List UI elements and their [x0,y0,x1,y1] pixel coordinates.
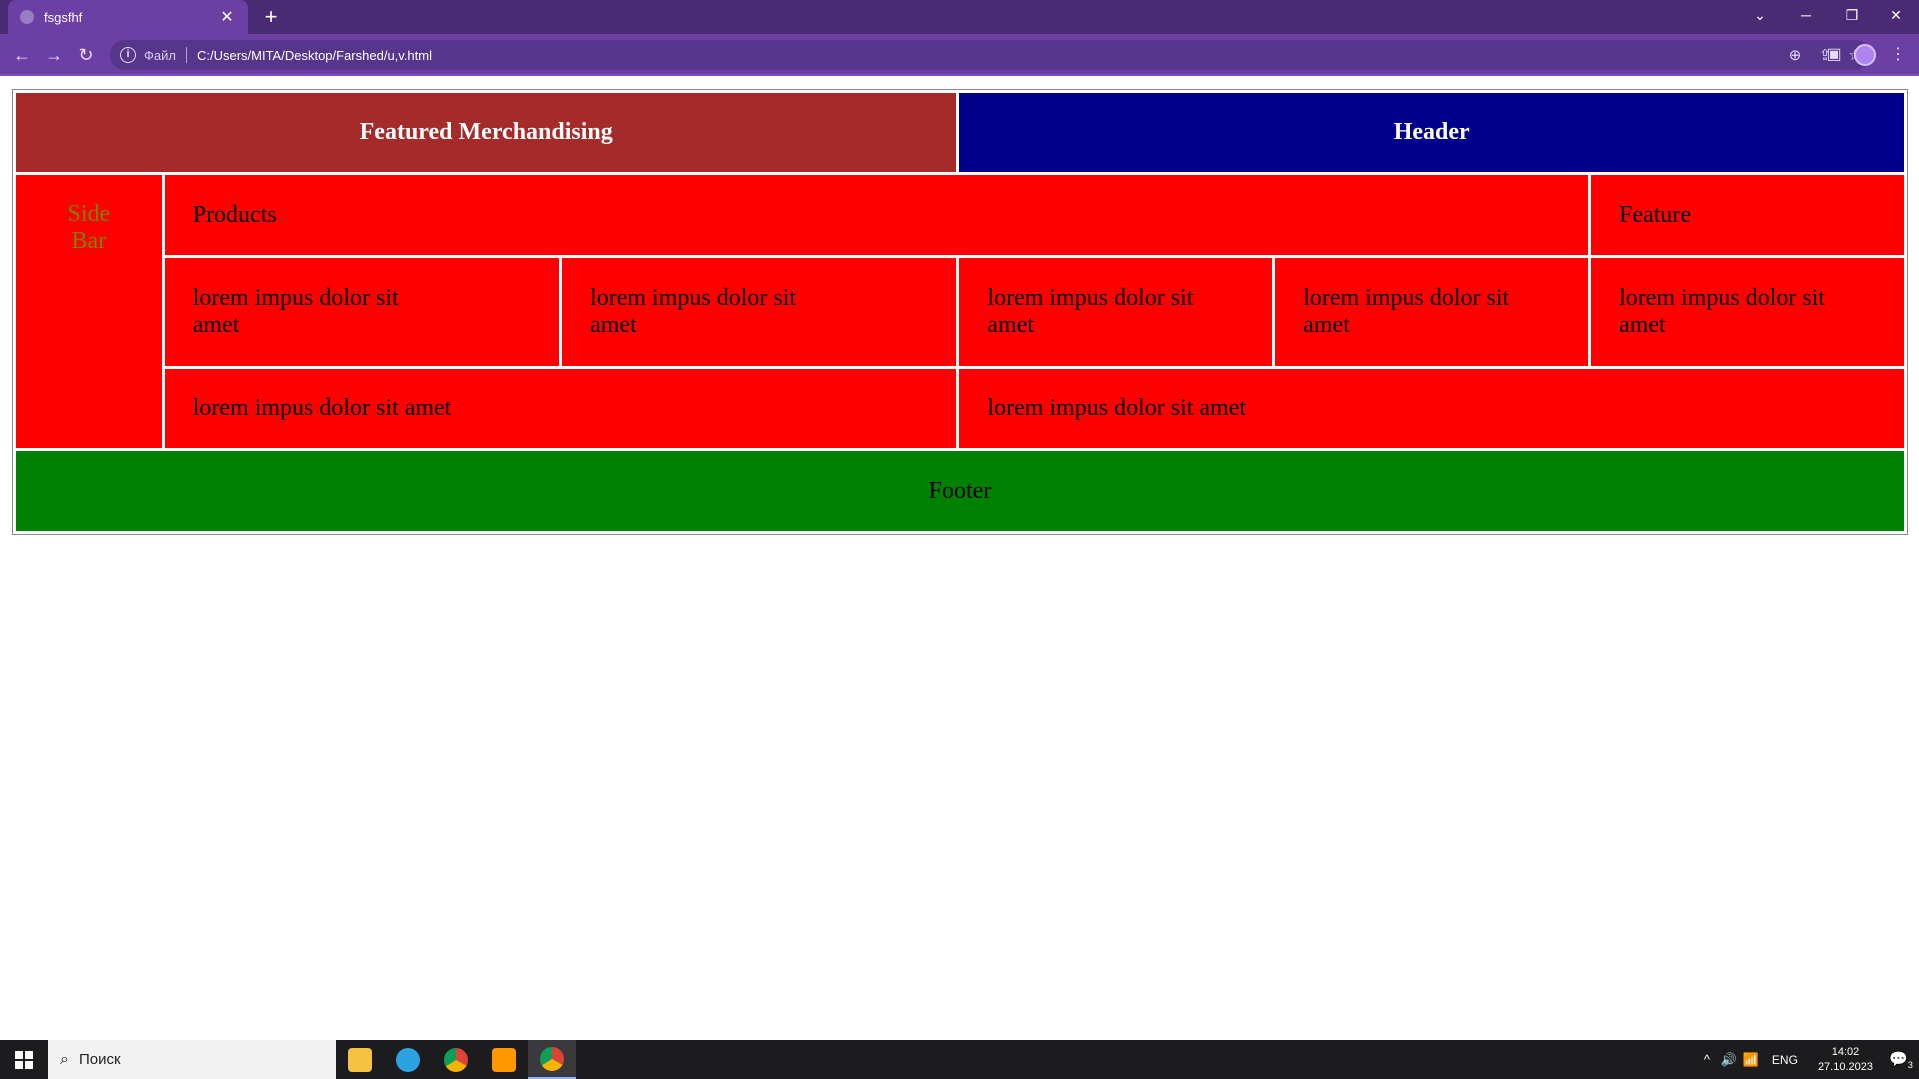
telegram-button[interactable] [384,1040,432,1079]
sidebar-cell: Side Bar [16,175,162,449]
content-wide-cell: lorem impus dolor sit amet [959,368,1904,449]
chrome-button[interactable] [432,1040,480,1079]
network-icon[interactable]: 📶 [1740,1052,1762,1068]
content-cell: lorem impus dolor sit amet [1275,257,1589,366]
tab-strip: fsgsfhf ✕ + ⌄ ─ ❐ ✕ [0,0,1919,34]
address-bar[interactable]: i Файл C:/Users/MITA/Desktop/Farshed/u,v… [110,40,1870,70]
start-button[interactable] [0,1040,48,1079]
browser-tab[interactable]: fsgsfhf ✕ [8,0,248,34]
sidebar-label: Side Bar [67,201,111,255]
system-tray: ^ 🔊 📶 ENG 14:02 27.10.2023 💬3 [1696,1040,1919,1079]
content-text: lorem impus dolor sit amet [1303,284,1510,338]
url-text[interactable]: C:/Users/MITA/Desktop/Farshed/u,v.html [197,48,1780,63]
file-explorer-button[interactable] [336,1040,384,1079]
taskbar-search[interactable]: ⌕ Поиск [48,1040,336,1079]
layout-table: Featured Merchandising Header Side Bar P… [12,89,1908,535]
scheme-label: Файл [144,47,176,63]
products-cell: Products [164,175,1589,255]
chrome-icon [540,1046,564,1071]
footer-cell: Footer [16,451,1904,531]
menu-icon[interactable]: ⋮ [1884,42,1912,68]
featured-merchandising-cell: Featured Merchandising [16,93,957,173]
minimize-button[interactable]: ─ [1783,0,1829,30]
close-tab-icon[interactable]: ✕ [218,7,236,27]
sublime-text-button[interactable] [480,1040,528,1079]
clock-time: 14:02 [1831,1045,1860,1058]
sublime-text-icon [492,1047,516,1072]
forward-button[interactable]: → [40,42,68,68]
side-panel-icon[interactable]: ▣ [1820,42,1848,68]
chrome-icon [444,1047,468,1072]
content-text: lorem impus dolor sit amet [192,284,399,338]
volume-icon[interactable]: 🔊 [1718,1052,1740,1068]
content-cell: lorem impus dolor sit amet [1591,257,1904,366]
folder-icon [348,1047,372,1072]
tab-title: fsgsfhf [44,9,83,25]
back-button[interactable]: ← [8,42,36,68]
divider [185,47,187,63]
info-icon[interactable]: i [120,47,136,63]
profile-avatar[interactable] [1854,44,1876,66]
content-text: lorem impus dolor sit amet [1619,284,1826,338]
page-viewport: Featured Merchandising Header Side Bar P… [0,78,1919,1040]
content-cell: lorem impus dolor sit amet [164,257,560,366]
globe-icon [20,10,34,24]
content-wide-cell: lorem impus dolor sit amet [164,368,957,449]
browser-toolbar: ← → ↻ i Файл C:/Users/MITA/Desktop/Farsh… [0,34,1919,76]
feature-cell: Feature [1591,175,1904,255]
notification-icon[interactable]: 💬3 [1883,1050,1919,1070]
window-close-button[interactable]: ✕ [1873,0,1919,30]
reload-button[interactable]: ↻ [72,42,100,68]
content-text: lorem impus dolor sit amet [987,284,1194,338]
chrome-profile-button[interactable] [528,1040,576,1079]
clock-date: 27.10.2023 [1817,1060,1873,1073]
notification-count: 3 [1907,1059,1913,1070]
notification-glyph: 💬 [1889,1050,1908,1068]
chevron-up-icon[interactable]: ^ [1696,1052,1718,1067]
search-icon: ⌕ [60,1050,69,1068]
content-text: lorem impus dolor sit amet [590,284,797,338]
taskbar: ⌕ Поиск ^ 🔊 📶 ENG 14:02 27.10.2023 💬3 [0,1040,1919,1079]
search-placeholder: Поиск [78,1051,121,1068]
tab-search-button[interactable]: ⌄ [1737,0,1783,30]
restore-button[interactable]: ❐ [1829,0,1875,30]
windows-logo-icon [15,1050,33,1069]
new-tab-button[interactable]: + [258,4,284,30]
header-cell: Header [959,93,1904,173]
telegram-icon [396,1047,420,1072]
content-cell: lorem impus dolor sit amet [562,257,957,366]
language-indicator[interactable]: ENG [1772,1053,1798,1067]
zoom-icon[interactable]: ⊕ [1780,46,1810,64]
clock[interactable]: 14:02 27.10.2023 [1818,1045,1873,1075]
content-cell: lorem impus dolor sit amet [959,257,1273,366]
